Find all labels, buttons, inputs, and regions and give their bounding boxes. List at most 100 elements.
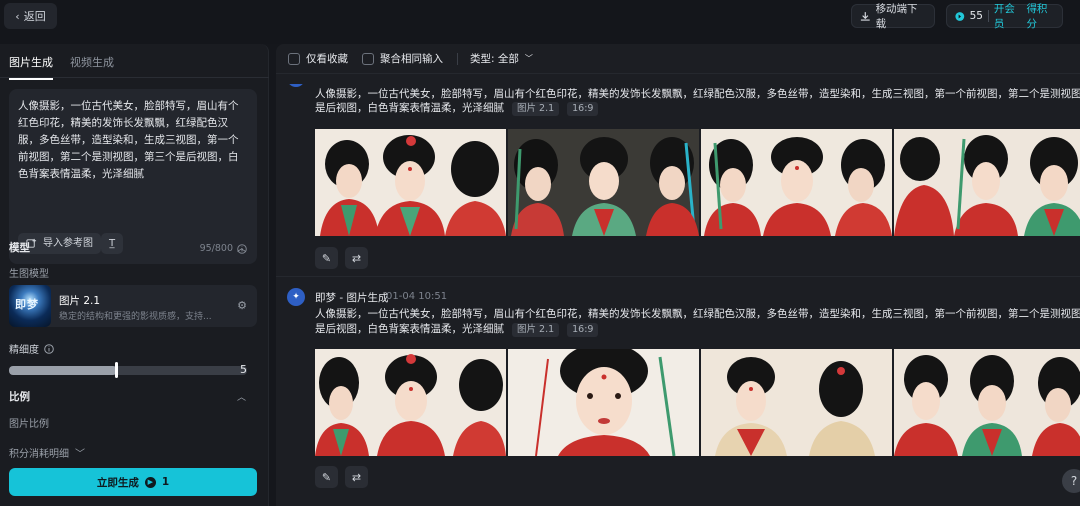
- divider: [276, 276, 1080, 277]
- member-label: 开会员: [993, 3, 1015, 30]
- filter-bar: 仅看收藏 聚合相同输入 类型: 全部 ﹀: [276, 44, 1080, 74]
- portrait-illustration: [701, 349, 892, 456]
- coin-icon: ▶: [144, 476, 156, 488]
- generated-image[interactable]: [701, 349, 892, 456]
- image-grid: [315, 129, 1080, 236]
- chevron-up-icon[interactable]: ︿: [237, 241, 246, 254]
- generated-image[interactable]: [894, 349, 1080, 456]
- earn-label: 得积分: [1026, 3, 1048, 30]
- model-name: 图片 2.1: [59, 295, 101, 307]
- repeat-icon: ⇄: [351, 470, 362, 484]
- portrait-illustration: [315, 129, 506, 236]
- generated-image[interactable]: [894, 129, 1080, 236]
- generated-image[interactable]: [315, 349, 506, 456]
- portrait-illustration: [315, 349, 506, 456]
- chevron-down-icon: ﹀: [75, 449, 85, 460]
- divider: [457, 52, 458, 65]
- chevron-up-icon[interactable]: ︿: [237, 390, 246, 403]
- import-reference-label: 导入参考图: [43, 238, 93, 249]
- repeat-icon: ⇄: [351, 251, 362, 265]
- chevron-down-icon: ﹀: [524, 54, 533, 63]
- portrait-illustration: [508, 129, 699, 236]
- generated-image[interactable]: [508, 349, 699, 456]
- model-thumbnail: 即梦: [9, 285, 51, 327]
- type-filter-dropdown[interactable]: 类型: 全部 ﹀: [470, 51, 533, 66]
- merge-filter[interactable]: 聚合相同输入: [362, 51, 443, 66]
- divider: [0, 77, 269, 78]
- model-subtitle: 生图模型: [9, 269, 49, 280]
- download-label: 移动端下载: [875, 3, 918, 30]
- prompt-input[interactable]: 人像摄影，一位古代美女，脸部特写，眉山有个红色印花，精美的发饰长发飘飘，红绿配色…: [9, 89, 257, 264]
- ratio-section-title: 比例: [9, 391, 30, 403]
- points-count: 55: [969, 10, 983, 22]
- import-reference-button[interactable]: 导入参考图: [18, 233, 101, 254]
- generate-cost: 1: [161, 476, 170, 488]
- help-icon: ?: [1070, 474, 1078, 488]
- edit-button[interactable]: ✎: [315, 247, 338, 269]
- model-section-title: 模型: [9, 242, 30, 254]
- generated-image[interactable]: [701, 129, 892, 236]
- back-button[interactable]: ‹ 返回: [4, 3, 57, 29]
- ratio-tag: 16:9: [567, 323, 599, 337]
- scroll-mask: [276, 74, 1080, 84]
- favorites-filter[interactable]: 仅看收藏: [288, 51, 348, 66]
- ratio-tag: 16:9: [567, 102, 599, 116]
- points-detail-toggle[interactable]: 积分消耗明细 ﹀: [9, 445, 85, 460]
- checkbox[interactable]: [288, 52, 300, 65]
- top-bar: ‹ 返回 移动端下载 55 开会员 得积分: [0, 0, 1080, 44]
- points-button[interactable]: 55 开会员 得积分: [946, 3, 1063, 30]
- prompt-text[interactable]: 人像摄影，一位古代美女，脸部特写，眉山有个红色印花，精美的发饰长发飘飘，红绿配色…: [18, 98, 248, 190]
- portrait-illustration: [894, 349, 1080, 456]
- regenerate-button[interactable]: ⇄: [345, 247, 368, 269]
- pencil-icon: ✎: [321, 251, 332, 265]
- sidebar: 图片生成 视频生成 人像摄影，一位古代美女，脸部特写，眉山有个红色印花，精美的发…: [0, 44, 269, 506]
- portrait-illustration: [894, 129, 1080, 236]
- jimeng-avatar: ✦: [287, 288, 305, 306]
- text-icon: T̲: [108, 238, 116, 249]
- generate-label: 立即生成: [96, 476, 139, 489]
- points-detail-label: 积分消耗明细: [9, 449, 69, 460]
- model-tag: 图片 2.1: [512, 323, 560, 337]
- help-button[interactable]: ?: [1062, 469, 1080, 493]
- portrait-illustration: [508, 349, 699, 456]
- detail-value: 5: [240, 363, 247, 376]
- prompt-line-2: 是后视图，白色背案表情温柔，光泽细腻 图片 2.1 16:9: [315, 100, 1080, 117]
- model-description: 稳定的结构和更强的影视质感，支持...: [59, 312, 212, 322]
- merge-label: 聚合相同输入: [380, 53, 443, 65]
- text-format-button[interactable]: T̲: [101, 233, 123, 254]
- char-count-value: 95/800: [199, 243, 233, 254]
- info-icon: [44, 343, 54, 354]
- prompt-line-text: 是后视图，白色背案表情温柔，光泽细腻: [315, 102, 504, 114]
- model-thumb-text: 即梦: [15, 298, 39, 311]
- detail-label: 精细度: [9, 345, 39, 356]
- mobile-download-button[interactable]: 移动端下载: [851, 3, 935, 30]
- favorites-label: 仅看收藏: [306, 53, 348, 65]
- post-author: 即梦 - 图片生成: [315, 292, 389, 304]
- prompt-line-2: 是后视图，白色背案表情温柔，光泽细腻 图片 2.1 16:9: [315, 321, 1080, 338]
- checkbox[interactable]: [362, 52, 374, 65]
- edit-button[interactable]: ✎: [315, 466, 338, 488]
- pencil-icon: ✎: [321, 470, 332, 484]
- divider: [988, 10, 989, 22]
- detail-slider-track[interactable]: [9, 366, 247, 375]
- prompt-line-text: 是后视图，白色背案表情温柔，光泽细腻: [315, 323, 504, 335]
- settings-sliders-icon[interactable]: ⚙: [237, 299, 247, 312]
- chevron-left-icon: ‹: [15, 9, 20, 23]
- detail-slider-handle[interactable]: [115, 362, 118, 378]
- generated-image[interactable]: [508, 129, 699, 236]
- generate-button[interactable]: 立即生成 ▶ 1: [9, 468, 257, 496]
- results-feed: 仅看收藏 聚合相同输入 类型: 全部 ﹀ ✦ 人像摄影，一位古代美女，脸部特写，…: [276, 44, 1080, 506]
- download-icon: [860, 11, 870, 21]
- model-tag: 图片 2.1: [512, 102, 560, 116]
- post-time: 01-04 10:51: [386, 291, 448, 302]
- portrait-illustration: [701, 129, 892, 236]
- back-label: 返回: [23, 10, 46, 23]
- image-grid: [315, 349, 1080, 456]
- model-selector[interactable]: 即梦 图片 2.1 稳定的结构和更强的影视质感，支持... ⚙: [9, 285, 257, 327]
- generated-image[interactable]: [315, 129, 506, 236]
- ratio-subtitle: 图片比例: [9, 419, 49, 430]
- type-filter-label: 类型: 全部: [470, 53, 519, 65]
- detail-label-row: 精细度: [9, 341, 54, 356]
- regenerate-button[interactable]: ⇄: [345, 466, 368, 488]
- coin-icon: [955, 11, 965, 21]
